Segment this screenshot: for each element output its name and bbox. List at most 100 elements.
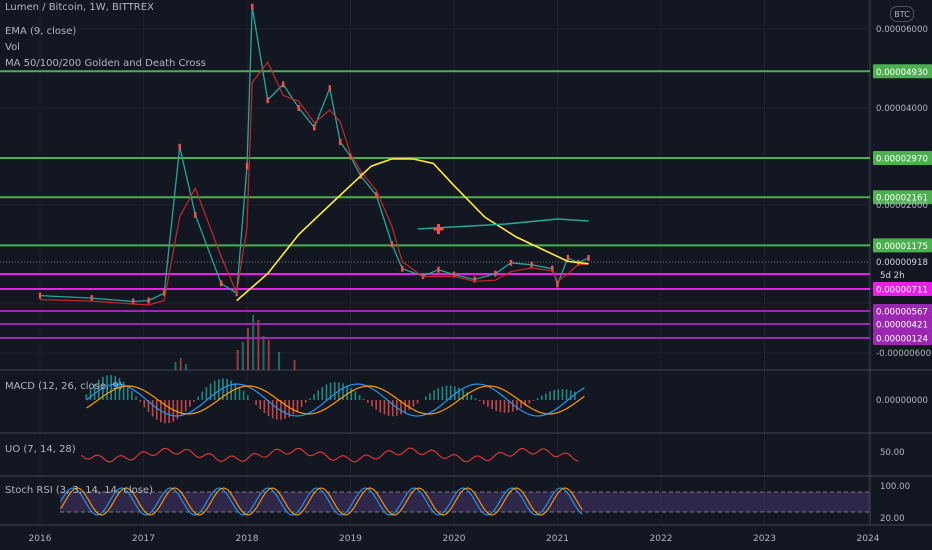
macd-bar [437,388,440,400]
macd-bar [131,390,133,400]
macd-bar [474,398,477,400]
countdown-label: 5d 2h [880,271,905,281]
legend-volume[interactable]: Vol [5,42,20,53]
volume-bar [174,362,177,370]
macd-bar [528,400,531,404]
macd-bar [275,400,278,420]
volume-bar [278,352,281,370]
macd-pane-label[interactable]: MACD (12, 26, close, 9) [5,381,123,392]
level-label: 0.00001175 [876,242,928,252]
stoch-band-fill [60,492,870,512]
volume-bar [257,320,260,370]
macd-bar [574,391,576,400]
price-chart[interactable]: 0.000049300.000029700.000021610.00001175… [0,0,932,550]
price-tick: -0.00000600 [876,349,931,359]
macd-bar [218,379,220,400]
macd-bar [321,387,324,400]
price-candle [38,292,42,299]
macd-bar [511,400,514,412]
macd-bar [139,400,141,402]
macd-bar [371,400,373,407]
last-price-label: 0.00000918 [876,258,928,268]
level-label: 0.00002970 [876,154,928,164]
macd-bar [143,400,146,408]
macd-bar [151,400,154,417]
macd-bar [458,387,460,400]
time-tick: 2019 [339,534,362,544]
macd-bar [292,400,295,415]
level-label: 0.00000421 [876,321,928,331]
stoch-tick: 100.00 [880,482,910,492]
macd-bar [201,391,204,400]
macd-bar [549,391,551,400]
macd-bar [122,381,125,400]
time-tick: 2020 [443,534,466,544]
macd-bar [487,400,489,407]
macd-bar [358,394,361,400]
macd-bar [482,400,485,405]
currency-button[interactable]: BTC [890,6,914,22]
legend-ema[interactable]: EMA (9, close) [5,26,76,37]
macd-bar [408,400,411,410]
price-series [38,3,590,306]
macd-bar [135,396,137,400]
macd-bar [317,390,319,400]
ema-line [39,60,589,306]
macd-bar [189,400,191,407]
macd-bar [553,390,555,400]
macd-bar [491,400,493,410]
price-line [39,6,589,303]
level-label: 0.00004930 [876,68,928,78]
macd-bar [433,390,435,400]
macd-bar [304,400,307,403]
macd-bar [350,387,353,400]
macd-bar [499,400,502,413]
macd-bar [470,395,473,400]
macd-bar [284,400,286,419]
price-axis: 0.000049300.000029700.000021610.00001175… [873,25,932,524]
macd-bar [255,400,257,405]
uo-pane-label[interactable]: UO (7, 14, 28) [5,444,76,455]
macd-bar [375,400,377,410]
macd-bar [313,394,315,400]
macd-bar [387,400,390,416]
macd-bar [309,398,311,400]
macd-bar [126,385,129,400]
stoch-pane-label[interactable]: Stoch RSI (3, 3, 14, 14, close) [5,485,153,496]
volume-bar [184,364,187,370]
macd-bar [263,400,266,413]
macd-bar [193,400,195,402]
macd-bar [333,382,336,400]
macd-bar [300,400,303,408]
macd-bar [425,396,427,400]
price-candle [530,261,533,268]
macd-bar [561,389,564,400]
macd-bar [516,400,518,411]
macd-bar [557,389,560,400]
macd-bar [197,396,199,400]
macd-bar [238,386,241,400]
price-candle [178,143,181,150]
price-candle [437,266,440,273]
cross-marker [433,224,444,234]
macd-bar [495,400,497,412]
macd-bar [205,387,208,400]
macd-bar [354,391,357,400]
legend-ma-cross[interactable]: MA 50/100/200 Golden and Death Cross [5,58,206,69]
price-candle [147,297,150,304]
price-candle [313,124,316,131]
macd-bar [226,378,228,400]
macd-tick: 0.00000000 [876,396,928,406]
price-tick: 0.00006000 [876,25,928,35]
volume-bar [179,358,182,370]
macd-bar [155,400,158,420]
price-candle [219,280,223,287]
level-label: 0.00000711 [876,286,928,296]
price-candle [282,81,285,88]
macd-bar [503,400,506,413]
time-tick: 2021 [546,534,569,544]
time-tick: 2024 [857,534,880,544]
price-candle [250,3,254,10]
macd-bar [545,393,547,400]
time-axis: 2016 2017 2018 2019 2020 2021 2022 2023 2024 [29,534,880,544]
